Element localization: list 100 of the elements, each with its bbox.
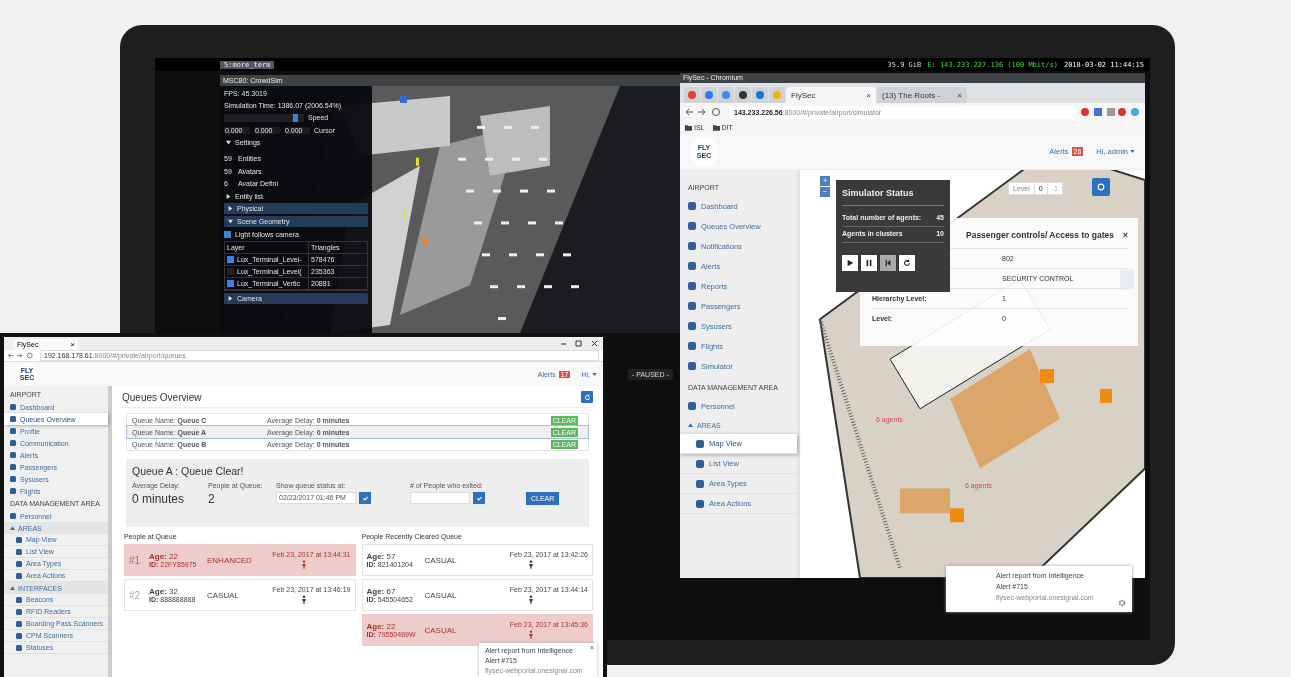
window-controls-icon[interactable] (559, 339, 599, 348)
age-text: Age: 57 (366, 552, 397, 561)
passenger-class: CASUAL (207, 590, 240, 600)
caret-icon (592, 372, 597, 376)
playback-button[interactable] (899, 255, 915, 271)
zoom-button[interactable]: + (820, 176, 830, 186)
tab-title: FlySec (791, 90, 816, 100)
square-icon (16, 632, 22, 639)
zoom-button[interactable]: − (820, 187, 830, 197)
person-icon (300, 595, 307, 604)
check-icon (475, 494, 483, 502)
age-text: Age: 67 (366, 587, 397, 596)
checkbox[interactable] (227, 280, 234, 288)
refresh-button[interactable] (581, 391, 593, 403)
close-tab-button[interactable]: × (70, 340, 75, 349)
square-icon (688, 302, 696, 310)
confirm-button[interactable] (359, 492, 371, 504)
person-icon (300, 560, 307, 569)
passenger-class: CASUAL (424, 625, 458, 635)
square-icon (696, 499, 704, 508)
square-icon (688, 222, 696, 230)
square-icon (10, 464, 16, 470)
square-icon (16, 572, 22, 579)
triangle-right-icon (228, 295, 233, 301)
gear-icon[interactable] (1118, 599, 1126, 607)
close-tab-button[interactable]: × (957, 90, 962, 100)
folder-icon (712, 124, 720, 131)
pause-icon (865, 259, 873, 267)
refresh-icon (583, 393, 591, 401)
square-icon (16, 644, 22, 651)
settings-button[interactable] (1092, 178, 1110, 196)
triangle-right-icon (228, 206, 233, 212)
square-icon (10, 440, 16, 446)
person-icon (528, 595, 535, 604)
panel-title: Passenger controls/ Access to gates (966, 230, 1115, 240)
passenger-class: ENHANCED (207, 555, 253, 565)
close-tab-button[interactable]: × (866, 90, 871, 100)
playback-button[interactable] (880, 255, 896, 271)
play-icon (846, 259, 854, 267)
ring-icon (1097, 183, 1105, 191)
square-icon (10, 476, 16, 482)
triangle-up-icon (10, 586, 15, 590)
passenger-class: CASUAL (424, 555, 458, 565)
square-icon (16, 596, 22, 603)
age-text: Age: 22 (366, 622, 397, 631)
square-icon (16, 548, 22, 555)
triangle-down-icon (228, 218, 233, 224)
average-delay-value: 0 minutes (132, 492, 186, 506)
square-icon (16, 536, 22, 543)
triangle-up-icon (10, 526, 15, 530)
slider-thumb[interactable] (293, 113, 299, 122)
square-icon (10, 416, 16, 422)
triangle-up-icon (688, 423, 693, 427)
square-icon (696, 439, 704, 448)
square-icon (16, 608, 22, 615)
checkbox[interactable] (227, 268, 234, 276)
age-text: Age: 22 (149, 552, 179, 561)
square-icon (688, 342, 696, 350)
browser-tab[interactable] (735, 87, 751, 103)
square-icon (688, 402, 696, 410)
person-icon (528, 630, 535, 639)
checkbox[interactable] (224, 230, 231, 238)
extension-icons[interactable] (1080, 107, 1140, 117)
queue-status-title: Queue A : Queue Clear! (132, 465, 245, 477)
queue-position: #1 (129, 554, 142, 566)
square-icon (16, 560, 22, 567)
square-icon (10, 488, 16, 494)
triangle-down-icon (226, 140, 231, 146)
queue-position: #2 (129, 589, 142, 601)
browser-tab[interactable]: FlySec × (786, 87, 876, 103)
skip-back-icon (884, 259, 892, 267)
people-count-value: 2 (208, 492, 216, 506)
caret-icon (1130, 150, 1135, 153)
square-icon (10, 428, 16, 434)
speed-slider[interactable] (224, 113, 304, 122)
browser-tab[interactable]: (13) The Roots - × (877, 87, 967, 103)
playback-button[interactable] (861, 255, 877, 271)
square-icon (696, 479, 704, 488)
close-button[interactable]: × (1122, 230, 1128, 240)
input-field[interactable] (410, 492, 470, 504)
age-text: Age: 32 (149, 587, 179, 596)
refresh-icon (903, 259, 911, 267)
confirm-button[interactable] (473, 492, 485, 504)
square-icon (688, 362, 696, 370)
square-icon (688, 322, 696, 330)
square-icon (10, 452, 16, 458)
checkbox[interactable] (227, 256, 234, 264)
folder-icon (685, 124, 692, 131)
page-title: Queues Overview (122, 391, 202, 403)
square-icon (16, 620, 22, 627)
check-icon (361, 494, 369, 502)
square-icon (10, 404, 16, 410)
tab-title: (13) The Roots - (882, 90, 941, 100)
playback-button[interactable] (842, 255, 858, 271)
square-icon (688, 242, 696, 250)
navigation-icon[interactable] (8, 352, 36, 359)
square-icon (688, 282, 696, 290)
triangle-right-icon (226, 193, 231, 199)
square-icon (688, 202, 696, 210)
square-icon (688, 262, 696, 270)
